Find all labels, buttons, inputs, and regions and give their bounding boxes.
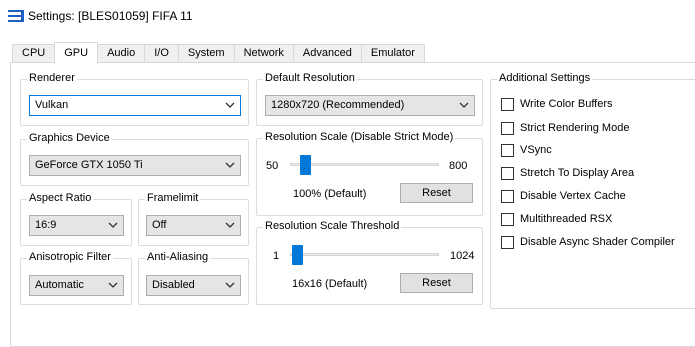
aspect-ratio-group: Aspect Ratio 16:9 xyxy=(20,192,132,246)
stretch-to-display-area-label: Stretch To Display Area xyxy=(520,167,635,179)
disable-vertex-cache-checkbox[interactable] xyxy=(501,189,514,203)
graphics-device-select-value: GeForce GTX 1050 Ti xyxy=(35,159,143,171)
resolution-scale-reset-button[interactable]: Reset xyxy=(400,183,473,203)
vsync-checkbox-row[interactable]: VSync xyxy=(501,143,552,157)
resolution-scale-slider-track[interactable] xyxy=(290,163,439,166)
vsync-label: VSync xyxy=(520,144,552,156)
multithreaded-rsx-label: Multithreaded RSX xyxy=(520,213,613,225)
aspect-ratio-select[interactable]: 16:9 xyxy=(29,215,124,236)
resolution-scale-value-text: 100% (Default) xyxy=(293,188,367,200)
framelimit-group-title: Framelimit xyxy=(145,192,201,204)
tab-system[interactable]: System xyxy=(177,44,235,63)
stretch-to-display-area-checkbox-row[interactable]: Stretch To Display Area xyxy=(501,166,634,180)
anti-aliasing-group: Anti-Aliasing Disabled xyxy=(138,251,249,305)
renderer-group: Renderer Vulkan xyxy=(20,72,249,126)
additional-settings-group-title: Additional Settings xyxy=(497,72,593,84)
framelimit-select-value: Off xyxy=(152,219,167,231)
resolution-scale-min-label: 50 xyxy=(266,160,279,172)
anti-aliasing-select[interactable]: Disabled xyxy=(146,275,241,296)
write-color-buffers-checkbox[interactable] xyxy=(501,97,514,111)
chevron-down-icon xyxy=(225,282,235,288)
anisotropic-filter-group: Anisotropic Filter Automatic xyxy=(20,251,132,305)
tab-advanced[interactable]: Advanced xyxy=(292,44,362,63)
default-resolution-select-value: 1280x720 (Recommended) xyxy=(271,99,405,111)
window-title: Settings: [BLES01059] FIFA 11 xyxy=(28,9,193,23)
graphics-device-group-title: Graphics Device xyxy=(27,132,112,144)
default-resolution-select[interactable]: 1280x720 (Recommended) xyxy=(265,95,475,116)
renderer-select[interactable]: Vulkan xyxy=(29,95,241,116)
multithreaded-rsx-checkbox[interactable] xyxy=(501,212,514,226)
strict-rendering-mode-checkbox-row[interactable]: Strict Rendering Mode xyxy=(501,121,629,135)
additional-settings-group: Additional Settings Write Color Buffers … xyxy=(490,72,695,309)
chevron-down-icon xyxy=(108,282,118,288)
default-resolution-group: Default Resolution 1280x720 (Recommended… xyxy=(256,72,483,126)
disable-vertex-cache-checkbox-row[interactable]: Disable Vertex Cache xyxy=(501,189,626,203)
default-resolution-group-title: Default Resolution xyxy=(263,72,357,84)
chevron-down-icon xyxy=(108,222,118,228)
tab-io[interactable]: I/O xyxy=(144,44,179,63)
resolution-scale-threshold-min-label: 1 xyxy=(273,250,280,262)
anisotropic-filter-select-value: Automatic xyxy=(35,279,84,291)
chevron-down-icon xyxy=(225,102,235,108)
anisotropic-filter-select[interactable]: Automatic xyxy=(29,275,124,296)
write-color-buffers-checkbox-row[interactable]: Write Color Buffers xyxy=(501,97,613,111)
strict-rendering-mode-label: Strict Rendering Mode xyxy=(520,122,630,134)
disable-async-shader-compiler-checkbox[interactable] xyxy=(501,235,514,249)
stretch-to-display-area-checkbox[interactable] xyxy=(501,166,514,180)
renderer-group-title: Renderer xyxy=(27,72,77,84)
resolution-scale-max-label: 800 xyxy=(449,160,468,172)
tab-audio[interactable]: Audio xyxy=(97,44,146,63)
resolution-scale-group-title: Resolution Scale (Disable Strict Mode) xyxy=(263,131,456,143)
resolution-scale-slider-thumb[interactable] xyxy=(300,155,311,175)
tab-emulator[interactable]: Emulator xyxy=(360,44,425,63)
chevron-down-icon xyxy=(225,222,235,228)
tab-gpu[interactable]: GPU xyxy=(54,42,99,64)
resolution-scale-threshold-max-label: 1024 xyxy=(450,250,475,262)
graphics-device-group: Graphics Device GeForce GTX 1050 Ti xyxy=(20,132,249,186)
resolution-scale-threshold-slider-thumb[interactable] xyxy=(292,245,303,265)
chevron-down-icon xyxy=(459,102,469,108)
write-color-buffers-label: Write Color Buffers xyxy=(520,98,613,110)
chevron-down-icon xyxy=(225,162,235,168)
tab-network[interactable]: Network xyxy=(233,44,294,63)
multithreaded-rsx-checkbox-row[interactable]: Multithreaded RSX xyxy=(501,212,612,226)
vsync-checkbox[interactable] xyxy=(501,143,514,157)
resolution-scale-group: Resolution Scale (Disable Strict Mode) 5… xyxy=(256,131,483,216)
resolution-scale-threshold-reset-button[interactable]: Reset xyxy=(400,273,473,293)
resolution-scale-threshold-slider-track[interactable] xyxy=(290,253,439,256)
framelimit-select[interactable]: Off xyxy=(146,215,241,236)
aspect-ratio-select-value: 16:9 xyxy=(35,219,57,231)
disable-async-shader-compiler-label: Disable Async Shader Compiler xyxy=(520,236,675,248)
disable-async-shader-compiler-checkbox-row[interactable]: Disable Async Shader Compiler xyxy=(501,235,675,249)
framelimit-group: Framelimit Off xyxy=(138,192,249,246)
anti-aliasing-group-title: Anti-Aliasing xyxy=(145,251,211,263)
strict-rendering-mode-checkbox[interactable] xyxy=(501,121,514,135)
resolution-scale-threshold-group: Resolution Scale Threshold 1 1024 16x16 … xyxy=(256,220,483,305)
renderer-select-value: Vulkan xyxy=(35,99,69,111)
graphics-device-select[interactable]: GeForce GTX 1050 Ti xyxy=(29,155,241,176)
resolution-scale-threshold-value-text: 16x16 (Default) xyxy=(292,278,368,290)
tab-cpu[interactable]: CPU xyxy=(12,44,56,63)
disable-vertex-cache-label: Disable Vertex Cache xyxy=(520,190,626,202)
rpcs3-app-icon xyxy=(8,10,24,22)
resolution-scale-threshold-group-title: Resolution Scale Threshold xyxy=(263,220,402,232)
anti-aliasing-select-value: Disabled xyxy=(152,279,195,291)
anisotropic-filter-group-title: Anisotropic Filter xyxy=(27,251,113,263)
settings-tabs: CPU GPU Audio I/O System Network Advance… xyxy=(12,42,425,64)
aspect-ratio-group-title: Aspect Ratio xyxy=(27,192,94,204)
title-bar: Settings: [BLES01059] FIFA 11 xyxy=(0,0,695,33)
